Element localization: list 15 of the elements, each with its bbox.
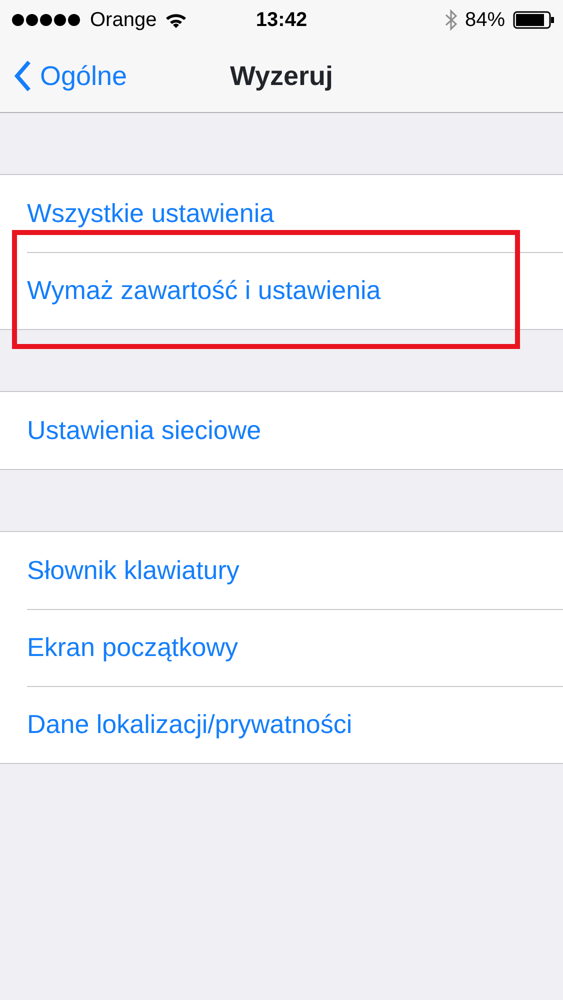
settings-item[interactable]: Dane lokalizacji/prywatności [0, 704, 358, 745]
carrier-name: Orange [90, 8, 157, 33]
back-button[interactable]: Ogólne [0, 56, 128, 96]
status-time: 13:42 [256, 8, 308, 33]
bluetooth-icon [444, 9, 457, 31]
settings-item[interactable]: Wszystkie ustawienia [0, 193, 280, 234]
settings-item[interactable]: Ekran początkowy [0, 627, 244, 668]
signal-icon [12, 13, 82, 27]
battery-percentage: 84% [464, 8, 505, 33]
wifi-icon [164, 12, 187, 28]
chevron-left-icon [14, 60, 32, 92]
battery-icon [513, 11, 555, 29]
page-title: Wyzeruj [230, 60, 334, 92]
settings-item[interactable]: Wymaż zawartość i ustawienia [0, 270, 387, 311]
settings-item[interactable]: Słownik klawiatury [0, 550, 246, 591]
